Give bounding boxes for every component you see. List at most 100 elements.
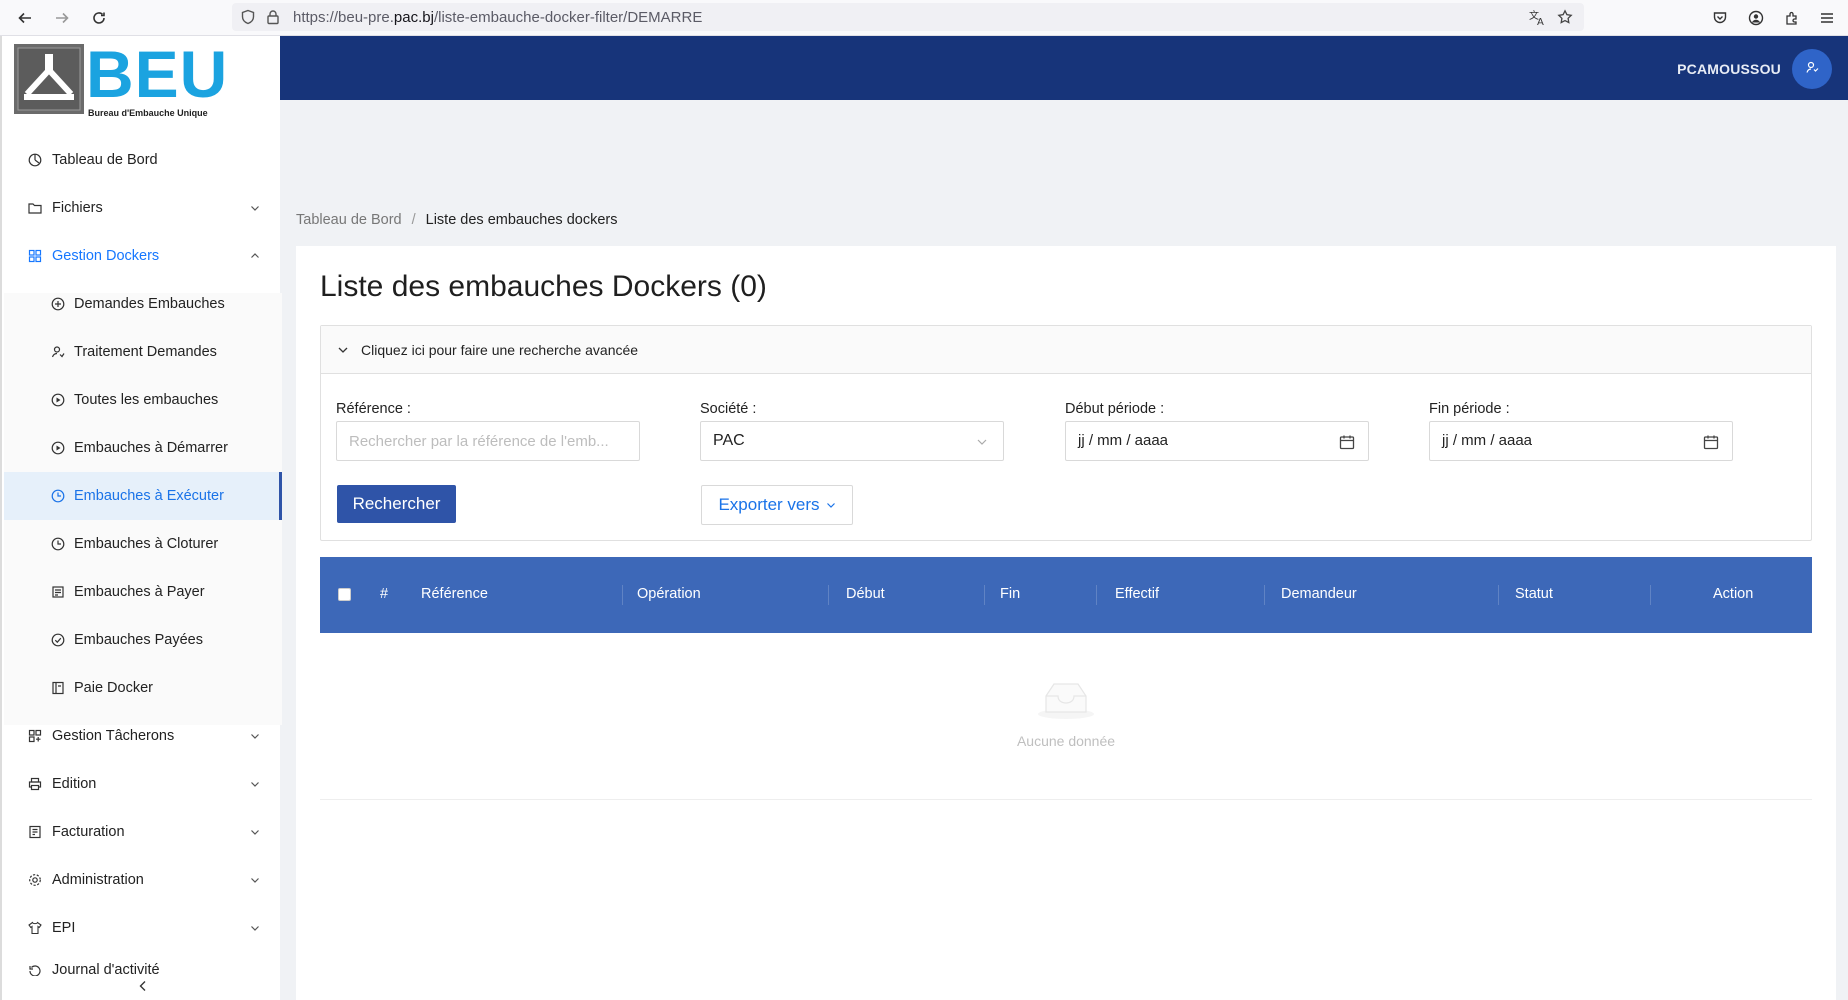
- column-header-operation[interactable]: Opération: [637, 586, 701, 602]
- export-button[interactable]: Exporter vers: [701, 485, 853, 525]
- sidebar-item-edition[interactable]: Edition: [4, 760, 282, 808]
- logo-tagline: Bureau d'Embauche Unique: [88, 108, 208, 118]
- fin-periode-label: Fin période :: [1429, 401, 1510, 417]
- advanced-search-panel: Cliquez ici pour faire une recherche ava…: [320, 325, 1812, 541]
- sidebar-item-embauches-a-executer[interactable]: Embauches à Exécuter: [4, 472, 282, 520]
- sidebar-item-label: Administration: [52, 872, 144, 888]
- sidebar-item-demandes-embauches[interactable]: Demandes Embauches: [4, 280, 282, 328]
- appstore-icon: [26, 247, 44, 265]
- societe-label: Société :: [700, 401, 757, 417]
- sidebar-item-journal-activite[interactable]: Journal d'activité: [4, 952, 282, 976]
- extensions-icon[interactable]: [1780, 6, 1804, 30]
- back-button[interactable]: [13, 6, 37, 30]
- sidebar-item-label: Toutes les embauches: [74, 392, 219, 408]
- column-header-reference[interactable]: Référence: [421, 586, 488, 602]
- sidebar-item-label: Embauches Payées: [74, 632, 203, 648]
- select-all-checkbox[interactable]: [338, 588, 351, 601]
- address-bar[interactable]: https://beu-pre.pac.bj/liste-embauche-do…: [232, 3, 1584, 31]
- column-divider: [1264, 585, 1265, 605]
- chevron-up-icon: [248, 249, 262, 263]
- shield-icon[interactable]: [240, 9, 256, 25]
- sidebar-item-facturation[interactable]: Facturation: [4, 808, 282, 856]
- play-circle-icon: [49, 391, 67, 409]
- search-button[interactable]: Rechercher: [337, 485, 456, 523]
- page-title: Liste des embauches Dockers (0): [320, 270, 767, 303]
- chevron-down-icon: [248, 921, 262, 935]
- column-header-fin[interactable]: Fin: [1000, 586, 1020, 602]
- calendar-icon[interactable]: [1702, 433, 1720, 451]
- debut-periode-field[interactable]: jj / mm / aaaa: [1065, 421, 1369, 461]
- chevron-down-icon: [248, 201, 262, 215]
- column-divider: [1096, 585, 1097, 605]
- sidebar-item-gestion-tacherons[interactable]: Gestion Tâcherons: [4, 712, 282, 760]
- printer-icon: [26, 775, 44, 793]
- sidebar-item-fichiers[interactable]: Fichiers: [4, 184, 282, 232]
- sidebar-item-label: Facturation: [52, 824, 125, 840]
- sidebar-item-label: Embauches à Cloturer: [74, 536, 219, 552]
- column-divider: [828, 585, 829, 605]
- societe-select[interactable]: PAC: [700, 421, 1004, 461]
- reference-input[interactable]: [337, 422, 639, 460]
- chevron-down-icon: [248, 777, 262, 791]
- sidebar-item-embauches-a-cloturer[interactable]: Embauches à Cloturer: [4, 520, 282, 568]
- column-header-demandeur[interactable]: Demandeur: [1281, 586, 1357, 602]
- sidebar-item-administration[interactable]: Administration: [4, 856, 282, 904]
- history-icon: [26, 962, 44, 976]
- beu-logo[interactable]: BEU Bureau d'Embauche Unique: [14, 38, 227, 124]
- url-prefix: https://beu-pre.: [293, 9, 394, 26]
- sidebar-item-epi[interactable]: EPI: [4, 904, 282, 952]
- sidebar-item-label: Embauches à Démarrer: [74, 440, 228, 456]
- sidebar-item-label: Paie Docker: [74, 680, 153, 696]
- column-header-action: Action: [1713, 586, 1754, 602]
- chevron-down-icon: [248, 873, 262, 887]
- sidebar-item-embauches-payees[interactable]: Embauches Payées: [4, 616, 282, 664]
- forward-button[interactable]: [50, 6, 74, 30]
- chevron-down-icon: [826, 495, 836, 515]
- empty-state: [296, 676, 1836, 725]
- sidebar-item-paie-docker[interactable]: Paie Docker: [4, 664, 282, 712]
- team-icon: [26, 727, 44, 745]
- column-divider: [984, 585, 985, 605]
- advanced-search-label: Cliquez ici pour faire une recherche ava…: [361, 342, 639, 358]
- calendar-icon[interactable]: [1338, 433, 1356, 451]
- reference-field[interactable]: [336, 421, 640, 461]
- fin-periode-field[interactable]: jj / mm / aaaa: [1429, 421, 1733, 461]
- sidebar-item-embauches-a-demarrer[interactable]: Embauches à Démarrer: [4, 424, 282, 472]
- sidebar-item-label: Embauches à Payer: [74, 584, 205, 600]
- advanced-search-toggle[interactable]: Cliquez ici pour faire une recherche ava…: [321, 326, 1811, 374]
- sidebar-item-label: Gestion Tâcherons: [52, 728, 175, 744]
- breadcrumb-home[interactable]: Tableau de Bord: [296, 212, 402, 228]
- sidebar-item-label: Journal d'activité: [52, 962, 160, 976]
- gear-icon: [26, 871, 44, 889]
- play-circle-icon: [49, 439, 67, 457]
- star-icon[interactable]: [1557, 9, 1573, 25]
- lock-icon[interactable]: [265, 9, 281, 25]
- column-header-effectif[interactable]: Effectif: [1115, 586, 1159, 602]
- shirt-icon: [26, 919, 44, 937]
- translate-icon[interactable]: 文A: [1529, 9, 1546, 26]
- arrow-right-icon: [56, 12, 69, 24]
- pocket-icon[interactable]: [1708, 6, 1732, 30]
- column-header-statut[interactable]: Statut: [1515, 586, 1553, 602]
- debut-periode-label: Début période :: [1065, 401, 1165, 417]
- reload-button[interactable]: [87, 6, 111, 30]
- sidebar-item-toutes-les-embauches[interactable]: Toutes les embauches: [4, 376, 282, 424]
- column-header-debut[interactable]: Début: [846, 586, 885, 602]
- reference-label: Référence :: [336, 401, 411, 417]
- sidebar-collapse-button[interactable]: [4, 976, 282, 1000]
- sidebar-item-traitement-demandes[interactable]: Traitement Demandes: [4, 328, 282, 376]
- menu-icon[interactable]: [1815, 6, 1839, 30]
- account-icon[interactable]: [1744, 6, 1768, 30]
- svg-text:A: A: [1537, 17, 1544, 26]
- url-host: pac.bj: [393, 9, 434, 26]
- avatar[interactable]: [1792, 49, 1832, 89]
- fin-periode-value: jj / mm / aaaa: [1442, 432, 1533, 449]
- dashboard-icon: [26, 151, 44, 169]
- sidebar-item-embauches-a-payer[interactable]: Embauches à Payer: [4, 568, 282, 616]
- sidebar-item-tableau-de-bord[interactable]: Tableau de Bord: [4, 136, 282, 184]
- sidebar-item-gestion-dockers[interactable]: Gestion Dockers: [4, 232, 282, 280]
- url-text[interactable]: https://beu-pre.pac.bj/liste-embauche-do…: [293, 9, 702, 26]
- folder-icon: [26, 199, 44, 217]
- username[interactable]: PCAMOUSSOU: [1677, 61, 1781, 77]
- book-icon: [49, 679, 67, 697]
